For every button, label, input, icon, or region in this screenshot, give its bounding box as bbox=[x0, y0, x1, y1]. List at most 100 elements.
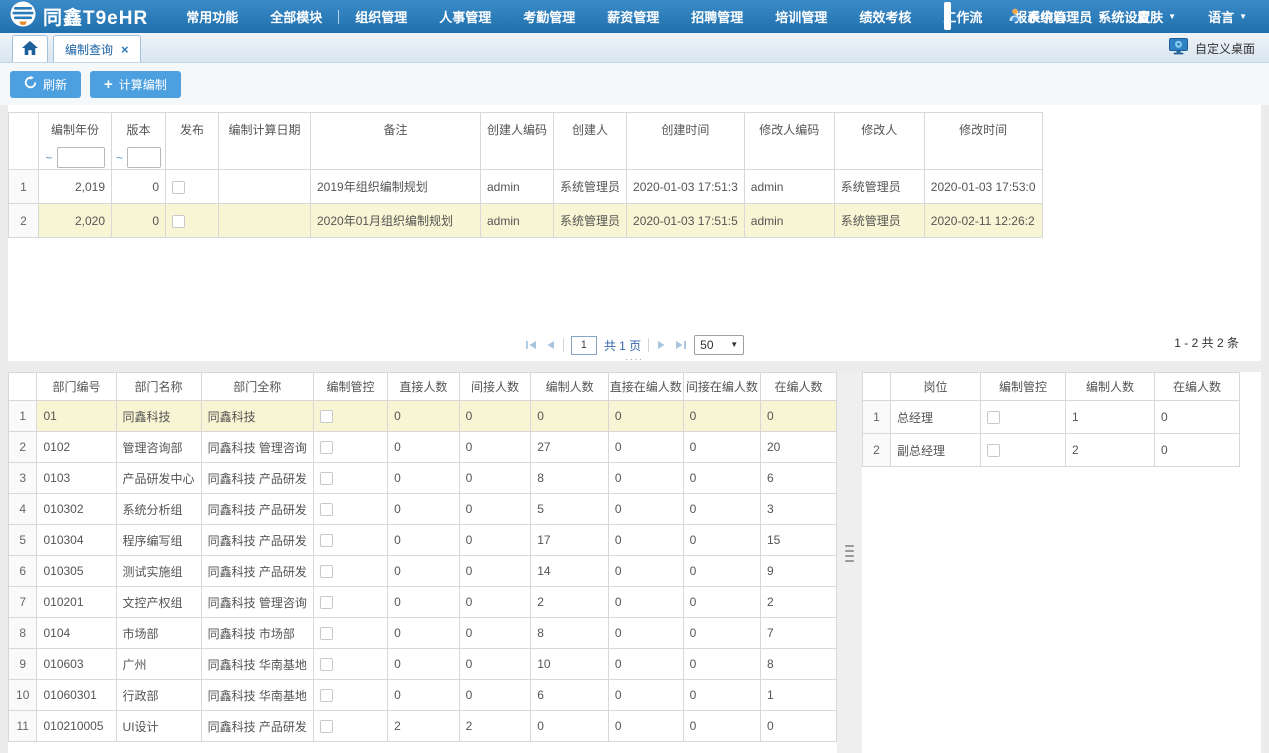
table-row[interactable]: 80104市场部同鑫科技 市场部008007 bbox=[9, 618, 837, 649]
tab-home[interactable] bbox=[12, 35, 48, 62]
skin-label: 皮肤 bbox=[1137, 7, 1163, 26]
last-page-button[interactable] bbox=[674, 340, 687, 350]
column-header: 编制计算日期 bbox=[219, 113, 311, 170]
cell: 0 bbox=[459, 649, 531, 680]
cell: 14 bbox=[531, 556, 609, 587]
row-number-header bbox=[863, 373, 891, 401]
table-row[interactable]: 30103产品研发中心同鑫科技 产品研发008006 bbox=[9, 463, 837, 494]
nav-scrollbar-thumb[interactable] bbox=[944, 2, 951, 30]
page-size-select[interactable]: 50 ▼ bbox=[694, 335, 744, 355]
customize-desktop-button[interactable]: 自定义桌面 bbox=[1169, 38, 1255, 58]
cell: 同鑫科技 bbox=[116, 401, 201, 432]
skin-menu[interactable]: 皮肤 ▼ bbox=[1123, 7, 1190, 26]
cell: 0 bbox=[459, 494, 531, 525]
nav-item-绩效考核[interactable]: 绩效考核 bbox=[843, 7, 927, 26]
nav-item-招聘管理[interactable]: 招聘管理 bbox=[675, 7, 759, 26]
checkbox[interactable] bbox=[320, 441, 333, 454]
cell: 0 bbox=[608, 680, 683, 711]
checkbox[interactable] bbox=[987, 411, 1000, 424]
table-row[interactable]: 101同鑫科技同鑫科技000000 bbox=[9, 401, 837, 432]
prev-page-button[interactable] bbox=[545, 340, 556, 350]
cell: 0 bbox=[531, 401, 609, 432]
refresh-button[interactable]: 刷新 bbox=[10, 71, 81, 98]
cell bbox=[219, 204, 311, 238]
nav-item-培训管理[interactable]: 培训管理 bbox=[759, 7, 843, 26]
panel-splitter[interactable] bbox=[837, 372, 862, 753]
table-row[interactable]: 2副总经理20 bbox=[863, 434, 1240, 467]
user-icon bbox=[1008, 8, 1022, 25]
table-row[interactable]: 5010304程序编写组同鑫科技 产品研发00170015 bbox=[9, 525, 837, 556]
cell: 010603 bbox=[37, 649, 116, 680]
nav-item-工作流[interactable]: 工作流 bbox=[927, 7, 998, 26]
table-row[interactable]: 12,01902019年组织编制规划admin系统管理员2020-01-03 1… bbox=[9, 170, 1043, 204]
cell: 0 bbox=[388, 649, 460, 680]
first-page-button[interactable] bbox=[525, 340, 538, 350]
filter-input[interactable] bbox=[127, 147, 161, 168]
cell: 2020-01-03 17:51:5 bbox=[627, 204, 745, 238]
column-header: 创建人 bbox=[554, 113, 627, 170]
checkbox[interactable] bbox=[172, 215, 185, 228]
checkbox[interactable] bbox=[320, 565, 333, 578]
checkbox[interactable] bbox=[320, 720, 333, 733]
plan-panel: 编制年份~版本~发布编制计算日期备注创建人编码创建人创建时间修改人编码修改人修改… bbox=[8, 105, 1261, 361]
nav-item-考勤管理[interactable]: 考勤管理 bbox=[507, 7, 591, 26]
brand-title: 同鑫T9eHR bbox=[43, 3, 148, 30]
checkbox[interactable] bbox=[320, 596, 333, 609]
cell: 1 bbox=[761, 680, 837, 711]
column-header: 部门全称 bbox=[201, 373, 313, 401]
checkbox-cell bbox=[166, 170, 219, 204]
panel-resize-handle[interactable]: ∙∙∙∙ bbox=[8, 356, 1261, 362]
nav-item-组织管理[interactable]: 组织管理 bbox=[339, 7, 423, 26]
table-row[interactable]: 11010210005UI设计同鑫科技 产品研发220000 bbox=[9, 711, 837, 742]
nav-item-人事管理[interactable]: 人事管理 bbox=[423, 7, 507, 26]
cell: 系统管理员 bbox=[834, 204, 924, 238]
table-row[interactable]: 4010302系统分析组同鑫科技 产品研发005003 bbox=[9, 494, 837, 525]
checkbox-cell bbox=[313, 401, 387, 432]
cell: 1 bbox=[1066, 401, 1155, 434]
cell: 2020-02-11 12:26:2 bbox=[924, 204, 1042, 238]
checkbox[interactable] bbox=[320, 472, 333, 485]
splitter-grip-icon[interactable] bbox=[845, 545, 854, 562]
cell: 0 bbox=[388, 587, 460, 618]
cell: 01060301 bbox=[37, 680, 116, 711]
cell: 0 bbox=[683, 494, 760, 525]
range-tilde: ~ bbox=[45, 151, 52, 165]
cell: 20 bbox=[761, 432, 837, 463]
checkbox[interactable] bbox=[172, 181, 185, 194]
table-row[interactable]: 22,02002020年01月组织编制规划admin系统管理员2020-01-0… bbox=[9, 204, 1043, 238]
brand-logo[interactable]: 同鑫T9eHR bbox=[0, 1, 170, 33]
cell: 系统管理员 bbox=[554, 170, 627, 204]
table-row[interactable]: 1总经理10 bbox=[863, 401, 1240, 434]
column-header: 编制人数 bbox=[1066, 373, 1155, 401]
user-menu[interactable]: 系统管理员 ▼ bbox=[994, 7, 1119, 26]
checkbox[interactable] bbox=[320, 689, 333, 702]
close-icon[interactable]: × bbox=[121, 42, 129, 57]
page-number-input[interactable] bbox=[571, 336, 597, 355]
table-row[interactable]: 20102管理咨询部同鑫科技 管理咨询00270020 bbox=[9, 432, 837, 463]
row-number-header bbox=[9, 113, 39, 170]
checkbox[interactable] bbox=[320, 410, 333, 423]
cell: 产品研发中心 bbox=[116, 463, 201, 494]
table-row[interactable]: 9010603广州同鑫科技 华南基地0010008 bbox=[9, 649, 837, 680]
table-row[interactable]: 1001060301行政部同鑫科技 华南基地006001 bbox=[9, 680, 837, 711]
checkbox-cell bbox=[313, 432, 387, 463]
table-row[interactable]: 6010305测试实施组同鑫科技 产品研发0014009 bbox=[9, 556, 837, 587]
tab-bianzhi-chaxun[interactable]: 编制查询 × bbox=[53, 35, 141, 62]
checkbox[interactable] bbox=[320, 658, 333, 671]
next-page-button[interactable] bbox=[656, 340, 667, 350]
checkbox[interactable] bbox=[987, 444, 1000, 457]
nav-item-常用功能[interactable]: 常用功能 bbox=[170, 7, 254, 26]
table-row[interactable]: 7010201文控产权组同鑫科技 管理咨询002002 bbox=[9, 587, 837, 618]
nav-item-薪资管理[interactable]: 薪资管理 bbox=[591, 7, 675, 26]
calculate-button[interactable]: + 计算编制 bbox=[90, 71, 181, 98]
row-number: 9 bbox=[9, 649, 37, 680]
checkbox[interactable] bbox=[320, 534, 333, 547]
nav-item-全部模块[interactable]: 全部模块 bbox=[254, 7, 338, 26]
cell: UI设计 bbox=[116, 711, 201, 742]
checkbox[interactable] bbox=[320, 503, 333, 516]
language-menu[interactable]: 语言 ▼ bbox=[1194, 7, 1261, 26]
row-number: 5 bbox=[9, 525, 37, 556]
checkbox[interactable] bbox=[320, 627, 333, 640]
column-header: 岗位 bbox=[891, 373, 981, 401]
filter-input[interactable] bbox=[57, 147, 105, 168]
